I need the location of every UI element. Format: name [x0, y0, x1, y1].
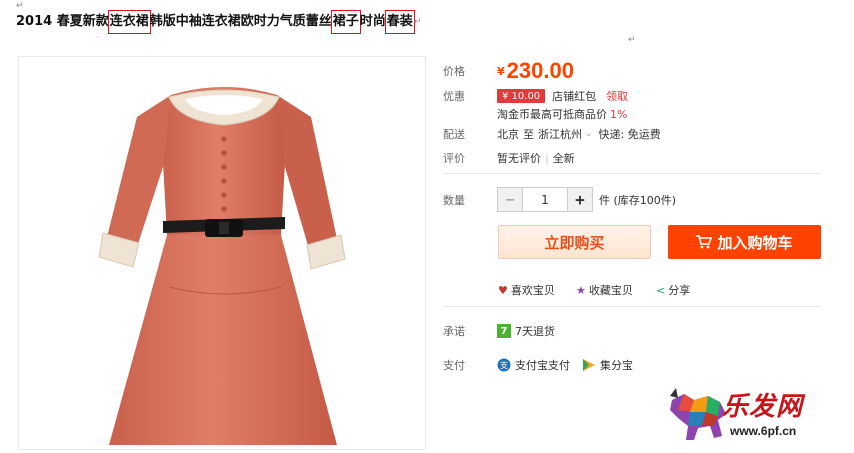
review-none[interactable]: 暂无评价: [497, 150, 541, 166]
title-highlight-keyword: 裙子: [330, 10, 361, 34]
currency-symbol: ¥: [497, 64, 505, 78]
claim-coupon-link[interactable]: 领取: [606, 88, 628, 104]
promise-label: 承诺: [443, 325, 465, 338]
chevron-down-icon[interactable]: ⌄: [585, 129, 593, 139]
divider: [443, 173, 821, 174]
coupon-text: 店铺红包: [552, 90, 597, 103]
price-row: 价格 ¥ 230.00: [443, 58, 574, 84]
taojinbi-text: 淘金币最高可抵商品价: [497, 108, 607, 121]
share-icon: <: [656, 283, 666, 297]
review-label: 评价: [443, 152, 465, 165]
quantity-row: 数量 − 1 + 件 (库存100件): [443, 187, 676, 212]
share-link[interactable]: < 分享: [656, 282, 690, 298]
like-label: 喜欢宝贝: [510, 284, 555, 297]
title-segment: 韩版中袖连衣裙欧时力气质蕾丝: [149, 14, 332, 29]
alipay-icon: 支: [497, 358, 511, 372]
like-link[interactable]: ♥ 喜欢宝贝: [498, 282, 555, 298]
paragraph-mark: ↵: [628, 35, 636, 45]
dress-illustration: [98, 87, 346, 445]
ship-from: 北京: [497, 128, 519, 141]
cart-icon: [696, 235, 713, 249]
promo-row: 优惠 ¥ 10.00 店铺红包 领取: [443, 88, 628, 104]
favorite-label: 收藏宝贝: [588, 284, 633, 297]
decrease-button[interactable]: −: [498, 188, 522, 211]
watermark-url: www.6pf.cn: [730, 424, 797, 438]
ship-destination-select[interactable]: 浙江杭州: [538, 126, 582, 142]
coupon-badge: ¥ 10.00: [497, 89, 546, 103]
jifenbao-text[interactable]: 集分宝: [600, 357, 633, 373]
price-value: 230.00: [506, 58, 574, 83]
paragraph-mark: ↵: [413, 17, 422, 27]
taojinbi-row: 淘金币最高可抵商品价 1%: [497, 106, 627, 122]
price-label: 价格: [443, 65, 465, 78]
product-title: 2014 春夏新款连衣裙韩版中袖连衣裙欧时力气质蕾丝裙子时尚春装↵: [16, 10, 422, 34]
ship-to-word: 至: [523, 128, 534, 141]
buy-now-button[interactable]: 立即购买: [498, 225, 651, 259]
title-highlight-keyword: 连衣裙: [107, 10, 151, 34]
promise-row: 承诺 7 7天退货: [443, 323, 555, 339]
share-label: 分享: [668, 284, 691, 297]
payment-row: 支付 支 支付宝支付 集分宝: [443, 357, 633, 373]
add-to-cart-button[interactable]: 加入购物车: [668, 225, 821, 259]
paragraph-mark: ↵: [16, 1, 24, 11]
title-segment: 2014 春夏新款: [16, 14, 109, 29]
divider: [443, 306, 821, 307]
favorite-link[interactable]: ★ 收藏宝贝: [576, 282, 633, 298]
watermark-text: 乐发网: [722, 392, 804, 422]
divider: |: [545, 151, 549, 165]
title-highlight-keyword: 春装: [384, 10, 415, 34]
product-image[interactable]: [18, 56, 426, 450]
add-to-cart-label: 加入购物车: [717, 233, 793, 252]
watermark-logo: 乐发网 www.6pf.cn: [668, 384, 852, 446]
condition-new: 全新: [552, 152, 575, 165]
svg-text:支: 支: [500, 360, 508, 370]
promise-text[interactable]: 7天退货: [515, 323, 555, 339]
shipping-row: 配送 北京 至 浙江杭州 ⌄ 快递: 免运费: [443, 126, 661, 142]
seven-day-return-icon: 7: [497, 324, 511, 338]
quantity-stepper: − 1 +: [497, 187, 593, 212]
promo-label: 优惠: [443, 90, 465, 103]
quantity-label: 数量: [443, 193, 465, 207]
title-segment: 时尚: [359, 14, 386, 29]
payment-label: 支付: [443, 359, 465, 372]
bull-logo-icon: [670, 388, 726, 440]
quantity-input[interactable]: 1: [522, 188, 568, 211]
taojinbi-percent: 1%: [610, 107, 628, 121]
alipay-text[interactable]: 支付宝支付: [515, 357, 570, 373]
review-row: 评价 暂无评价 | 全新: [443, 150, 575, 166]
shipping-fee: 快递: 免运费: [598, 128, 661, 141]
shipping-label: 配送: [443, 128, 465, 141]
stock-text: 件 (库存100件): [599, 193, 677, 207]
heart-icon: ♥: [498, 283, 508, 297]
jifenbao-icon: [583, 359, 595, 371]
increase-button[interactable]: +: [568, 188, 592, 211]
star-icon: ★: [576, 283, 586, 297]
